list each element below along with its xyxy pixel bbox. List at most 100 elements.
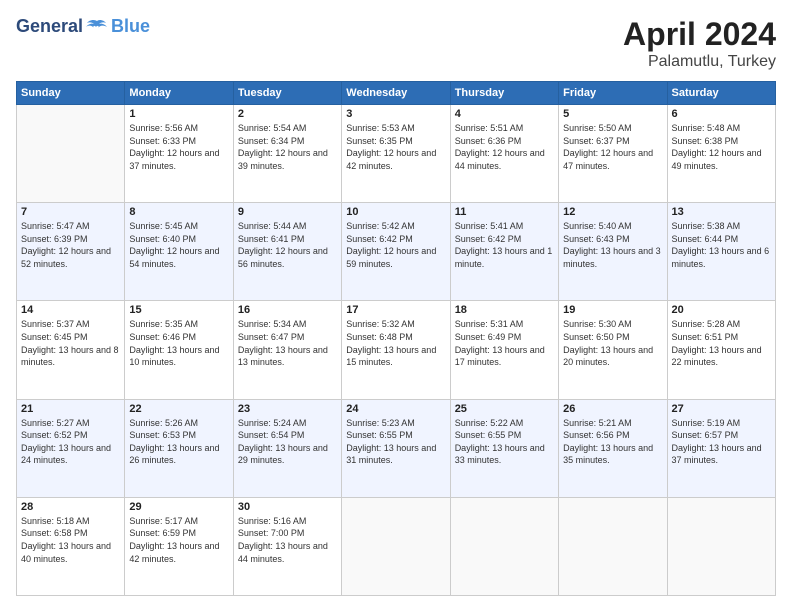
day-info: Sunrise: 5:27 AM Sunset: 6:52 PM Dayligh… [21, 417, 120, 467]
sunset-text: Sunset: 6:48 PM [346, 332, 413, 342]
sunset-text: Sunset: 6:35 PM [346, 136, 413, 146]
day-number: 8 [129, 206, 228, 218]
sunset-text: Sunset: 6:52 PM [21, 430, 88, 440]
day-info: Sunrise: 5:32 AM Sunset: 6:48 PM Dayligh… [346, 318, 445, 368]
sunset-text: Sunset: 6:46 PM [129, 332, 196, 342]
table-row: 14 Sunrise: 5:37 AM Sunset: 6:45 PM Dayl… [17, 301, 125, 399]
day-info: Sunrise: 5:31 AM Sunset: 6:49 PM Dayligh… [455, 318, 554, 368]
day-info: Sunrise: 5:45 AM Sunset: 6:40 PM Dayligh… [129, 220, 228, 270]
daylight-text: Daylight: 12 hours and 56 minutes. [238, 246, 328, 269]
daylight-text: Daylight: 13 hours and 6 minutes. [672, 246, 770, 269]
daylight-text: Daylight: 13 hours and 8 minutes. [21, 345, 119, 368]
table-row: 29 Sunrise: 5:17 AM Sunset: 6:59 PM Dayl… [125, 497, 233, 595]
sunrise-text: Sunrise: 5:54 AM [238, 123, 307, 133]
day-info: Sunrise: 5:35 AM Sunset: 6:46 PM Dayligh… [129, 318, 228, 368]
sunset-text: Sunset: 6:47 PM [238, 332, 305, 342]
table-row: 24 Sunrise: 5:23 AM Sunset: 6:55 PM Dayl… [342, 399, 450, 497]
day-info: Sunrise: 5:17 AM Sunset: 6:59 PM Dayligh… [129, 515, 228, 565]
col-wednesday: Wednesday [342, 82, 450, 105]
day-info: Sunrise: 5:41 AM Sunset: 6:42 PM Dayligh… [455, 220, 554, 270]
day-number: 17 [346, 304, 445, 316]
logo: General Blue [16, 16, 150, 37]
daylight-text: Daylight: 12 hours and 42 minutes. [346, 148, 436, 171]
day-info: Sunrise: 5:28 AM Sunset: 6:51 PM Dayligh… [672, 318, 771, 368]
day-info: Sunrise: 5:30 AM Sunset: 6:50 PM Dayligh… [563, 318, 662, 368]
day-info: Sunrise: 5:53 AM Sunset: 6:35 PM Dayligh… [346, 122, 445, 172]
day-number: 3 [346, 108, 445, 120]
daylight-text: Daylight: 13 hours and 20 minutes. [563, 345, 653, 368]
day-info: Sunrise: 5:47 AM Sunset: 6:39 PM Dayligh… [21, 220, 120, 270]
day-number: 19 [563, 304, 662, 316]
table-row: 10 Sunrise: 5:42 AM Sunset: 6:42 PM Dayl… [342, 203, 450, 301]
sunrise-text: Sunrise: 5:56 AM [129, 123, 198, 133]
sunrise-text: Sunrise: 5:35 AM [129, 319, 198, 329]
table-row: 28 Sunrise: 5:18 AM Sunset: 6:58 PM Dayl… [17, 497, 125, 595]
table-row: 17 Sunrise: 5:32 AM Sunset: 6:48 PM Dayl… [342, 301, 450, 399]
day-info: Sunrise: 5:22 AM Sunset: 6:55 PM Dayligh… [455, 417, 554, 467]
table-row: 4 Sunrise: 5:51 AM Sunset: 6:36 PM Dayli… [450, 105, 558, 203]
day-number: 29 [129, 501, 228, 513]
calendar-week-row: 28 Sunrise: 5:18 AM Sunset: 6:58 PM Dayl… [17, 497, 776, 595]
table-row: 15 Sunrise: 5:35 AM Sunset: 6:46 PM Dayl… [125, 301, 233, 399]
sunset-text: Sunset: 6:38 PM [672, 136, 739, 146]
day-number: 13 [672, 206, 771, 218]
daylight-text: Daylight: 13 hours and 33 minutes. [455, 443, 545, 466]
table-row: 23 Sunrise: 5:24 AM Sunset: 6:54 PM Dayl… [233, 399, 341, 497]
sunrise-text: Sunrise: 5:27 AM [21, 418, 90, 428]
day-info: Sunrise: 5:26 AM Sunset: 6:53 PM Dayligh… [129, 417, 228, 467]
daylight-text: Daylight: 13 hours and 44 minutes. [238, 541, 328, 564]
calendar-week-row: 21 Sunrise: 5:27 AM Sunset: 6:52 PM Dayl… [17, 399, 776, 497]
sunrise-text: Sunrise: 5:31 AM [455, 319, 524, 329]
daylight-text: Daylight: 13 hours and 13 minutes. [238, 345, 328, 368]
col-sunday: Sunday [17, 82, 125, 105]
day-info: Sunrise: 5:44 AM Sunset: 6:41 PM Dayligh… [238, 220, 337, 270]
day-number: 23 [238, 403, 337, 415]
day-number: 27 [672, 403, 771, 415]
table-row: 30 Sunrise: 5:16 AM Sunset: 7:00 PM Dayl… [233, 497, 341, 595]
col-monday: Monday [125, 82, 233, 105]
day-number: 18 [455, 304, 554, 316]
day-number: 24 [346, 403, 445, 415]
sunrise-text: Sunrise: 5:16 AM [238, 516, 307, 526]
day-number: 7 [21, 206, 120, 218]
sunrise-text: Sunrise: 5:34 AM [238, 319, 307, 329]
header: General Blue April 2024 Palamutlu, Turke… [16, 16, 776, 71]
table-row: 19 Sunrise: 5:30 AM Sunset: 6:50 PM Dayl… [559, 301, 667, 399]
day-number: 10 [346, 206, 445, 218]
day-info: Sunrise: 5:37 AM Sunset: 6:45 PM Dayligh… [21, 318, 120, 368]
col-tuesday: Tuesday [233, 82, 341, 105]
table-row [342, 497, 450, 595]
day-number: 16 [238, 304, 337, 316]
daylight-text: Daylight: 12 hours and 54 minutes. [129, 246, 219, 269]
day-number: 2 [238, 108, 337, 120]
sunset-text: Sunset: 6:51 PM [672, 332, 739, 342]
day-number: 30 [238, 501, 337, 513]
logo-text: General Blue [16, 16, 150, 37]
table-row [667, 497, 775, 595]
daylight-text: Daylight: 12 hours and 39 minutes. [238, 148, 328, 171]
sunrise-text: Sunrise: 5:17 AM [129, 516, 198, 526]
day-number: 15 [129, 304, 228, 316]
sunrise-text: Sunrise: 5:41 AM [455, 221, 524, 231]
day-info: Sunrise: 5:24 AM Sunset: 6:54 PM Dayligh… [238, 417, 337, 467]
day-info: Sunrise: 5:42 AM Sunset: 6:42 PM Dayligh… [346, 220, 445, 270]
table-row: 5 Sunrise: 5:50 AM Sunset: 6:37 PM Dayli… [559, 105, 667, 203]
sunset-text: Sunset: 7:00 PM [238, 528, 305, 538]
daylight-text: Daylight: 12 hours and 49 minutes. [672, 148, 762, 171]
sunset-text: Sunset: 6:34 PM [238, 136, 305, 146]
col-friday: Friday [559, 82, 667, 105]
table-row: 9 Sunrise: 5:44 AM Sunset: 6:41 PM Dayli… [233, 203, 341, 301]
sunrise-text: Sunrise: 5:22 AM [455, 418, 524, 428]
table-row: 3 Sunrise: 5:53 AM Sunset: 6:35 PM Dayli… [342, 105, 450, 203]
daylight-text: Daylight: 13 hours and 31 minutes. [346, 443, 436, 466]
table-row: 12 Sunrise: 5:40 AM Sunset: 6:43 PM Dayl… [559, 203, 667, 301]
table-row: 26 Sunrise: 5:21 AM Sunset: 6:56 PM Dayl… [559, 399, 667, 497]
daylight-text: Daylight: 13 hours and 24 minutes. [21, 443, 111, 466]
sunset-text: Sunset: 6:55 PM [455, 430, 522, 440]
daylight-text: Daylight: 13 hours and 42 minutes. [129, 541, 219, 564]
day-number: 28 [21, 501, 120, 513]
sunrise-text: Sunrise: 5:44 AM [238, 221, 307, 231]
daylight-text: Daylight: 13 hours and 22 minutes. [672, 345, 762, 368]
daylight-text: Daylight: 12 hours and 47 minutes. [563, 148, 653, 171]
sunrise-text: Sunrise: 5:51 AM [455, 123, 524, 133]
